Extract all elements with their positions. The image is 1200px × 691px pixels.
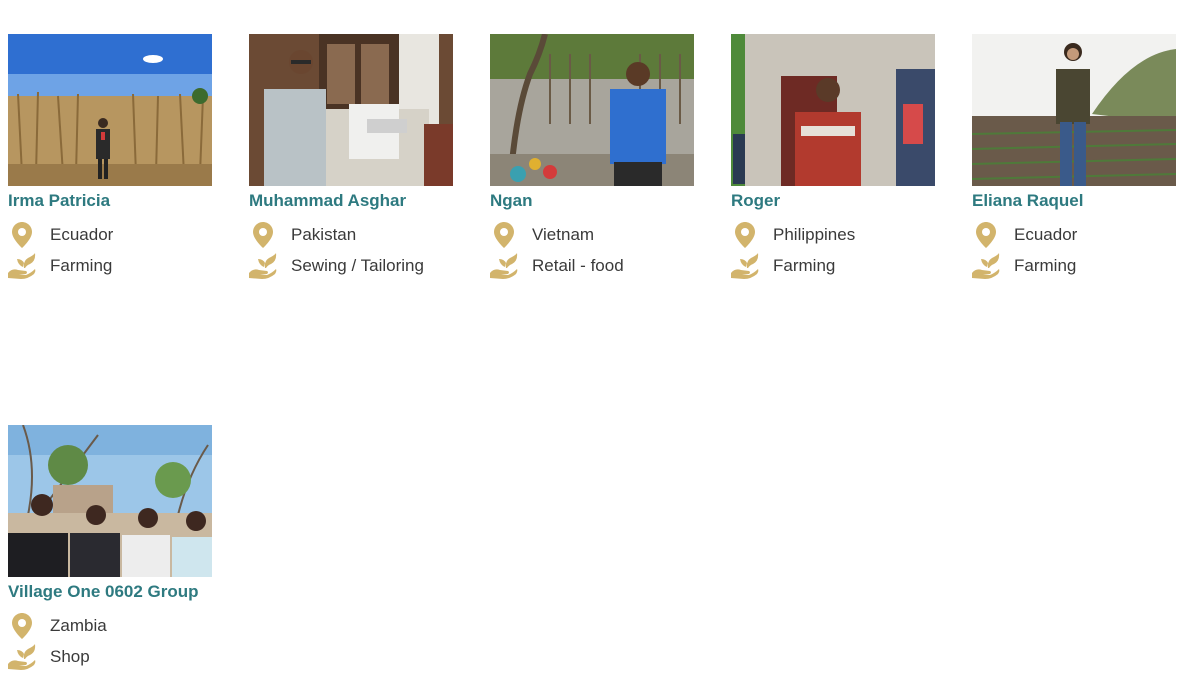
loan-card: Muhammad Asghar Pakistan Sewing / Tailor… — [249, 34, 453, 281]
loan-card: Village One 0602 Group Zambia Shop — [8, 425, 212, 672]
loan-card: Roger Philippines Farming — [731, 34, 935, 281]
sector-row: Farming — [972, 250, 1176, 281]
borrower-name[interactable]: Eliana Raquel — [972, 191, 1176, 211]
country-label: Ecuador — [1014, 224, 1078, 244]
hand-sprout-icon — [731, 252, 759, 280]
field-photo — [972, 34, 1176, 186]
hand-sprout-icon — [249, 252, 277, 280]
location-row: Zambia — [8, 610, 212, 641]
cornfield-photo — [8, 34, 212, 186]
country-label: Philippines — [773, 224, 856, 244]
country-label: Zambia — [50, 615, 107, 635]
loan-meta: Ecuador Farming — [8, 219, 212, 281]
sector-label: Farming — [1014, 255, 1077, 275]
hand-sprout-icon — [490, 252, 518, 280]
location-row: Ecuador — [8, 219, 212, 250]
sector-label: Farming — [773, 255, 836, 275]
sector-label: Sewing / Tailoring — [291, 255, 424, 275]
sector-label: Shop — [50, 646, 90, 666]
location-row: Pakistan — [249, 219, 453, 250]
sector-row: Farming — [8, 250, 212, 281]
map-pin-icon — [249, 221, 277, 249]
borrower-name[interactable]: Irma Patricia — [8, 191, 212, 211]
sector-row: Retail - food — [490, 250, 694, 281]
sector-label: Retail - food — [532, 255, 624, 275]
loan-meta: Zambia Shop — [8, 610, 212, 672]
borrower-name[interactable]: Ngan — [490, 191, 694, 211]
loan-meta: Philippines Farming — [731, 219, 935, 281]
map-pin-icon — [731, 221, 759, 249]
borrower-photo[interactable] — [490, 34, 694, 186]
hand-sprout-icon — [8, 252, 36, 280]
location-row: Vietnam — [490, 219, 694, 250]
sector-label: Farming — [50, 255, 113, 275]
borrower-name[interactable]: Roger — [731, 191, 935, 211]
map-pin-icon — [8, 221, 36, 249]
tailor-photo — [249, 34, 453, 186]
borrower-photo[interactable] — [8, 34, 212, 186]
country-label: Vietnam — [532, 224, 595, 244]
map-pin-icon — [972, 221, 1000, 249]
sector-row: Farming — [731, 250, 935, 281]
location-row: Philippines — [731, 219, 935, 250]
borrower-photo[interactable] — [731, 34, 935, 186]
sector-row: Sewing / Tailoring — [249, 250, 453, 281]
loan-card: Eliana Raquel Ecuador Farming — [972, 34, 1176, 281]
map-pin-icon — [490, 221, 518, 249]
loan-card: Irma Patricia Ecuador Farming — [8, 34, 212, 281]
borrower-name[interactable]: Village One 0602 Group — [8, 582, 212, 602]
hand-sprout-icon — [8, 643, 36, 671]
borrower-photo[interactable] — [249, 34, 453, 186]
borrower-photo[interactable] — [972, 34, 1176, 186]
doorway-photo — [731, 34, 935, 186]
loan-card: Ngan Vietnam Retail - food — [490, 34, 694, 281]
borrower-photo[interactable] — [8, 425, 212, 577]
sector-row: Shop — [8, 641, 212, 672]
hand-sprout-icon — [972, 252, 1000, 280]
loan-meta: Vietnam Retail - food — [490, 219, 694, 281]
loan-meta: Pakistan Sewing / Tailoring — [249, 219, 453, 281]
country-label: Pakistan — [291, 224, 357, 244]
group-photo — [8, 425, 212, 577]
loan-meta: Ecuador Farming — [972, 219, 1176, 281]
location-row: Ecuador — [972, 219, 1176, 250]
vendor-photo — [490, 34, 694, 186]
borrower-name[interactable]: Muhammad Asghar — [249, 191, 453, 211]
country-label: Ecuador — [50, 224, 114, 244]
map-pin-icon — [8, 612, 36, 640]
